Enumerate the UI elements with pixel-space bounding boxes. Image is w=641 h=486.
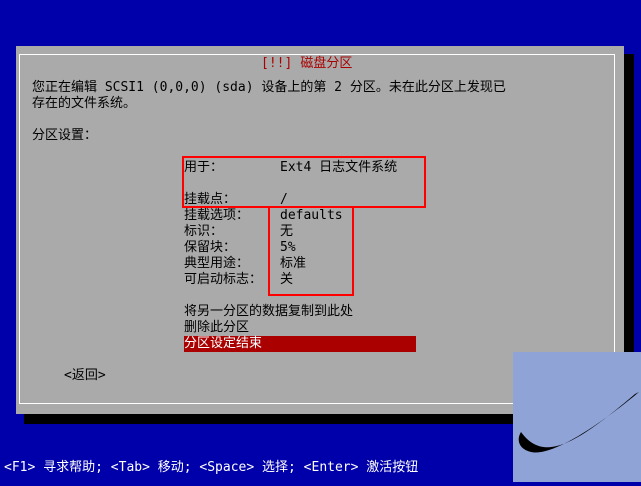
installer-screen: [!!] 磁盘分区 您正在编辑 SCSI1 (0,0,0) (sda) 设备上的…	[0, 0, 641, 482]
dialog-title-bar: [!!] 磁盘分区	[257, 55, 357, 73]
setting-label: 可启动标志：	[184, 272, 263, 287]
description-line-1: 您正在编辑 SCSI1 (0,0,0) (sda) 设备上的第 2 分区。未在此…	[32, 80, 506, 95]
setting-label: 标识：	[184, 224, 224, 239]
annotation-box-values	[268, 206, 354, 296]
dialog-title: 磁盘分区	[300, 56, 353, 71]
setting-label: 挂载选项：	[184, 208, 250, 223]
delete-partition-item[interactable]: 删除此分区	[184, 320, 249, 336]
swoosh-logo-icon	[518, 392, 639, 453]
description-line-2: 存在的文件系统。	[32, 96, 137, 111]
back-button[interactable]: <返回>	[64, 368, 106, 384]
status-bar-hint: <F1> 寻求帮助; <Tab> 移动; <Space> 选择; <Enter>…	[4, 460, 419, 475]
section-label: 分区设置：	[32, 128, 98, 143]
annotation-box-use-mount	[182, 156, 426, 208]
corner-logo-patch	[513, 352, 641, 482]
done-setting-partition-item[interactable]: 分区设定结束	[184, 336, 416, 352]
setting-label: 典型用途：	[184, 256, 250, 271]
setting-label: 保留块：	[184, 240, 237, 255]
copy-partition-data-item[interactable]: 将另一分区的数据复制到此处	[184, 304, 353, 320]
dialog-title-priority: [!!]	[261, 56, 293, 71]
